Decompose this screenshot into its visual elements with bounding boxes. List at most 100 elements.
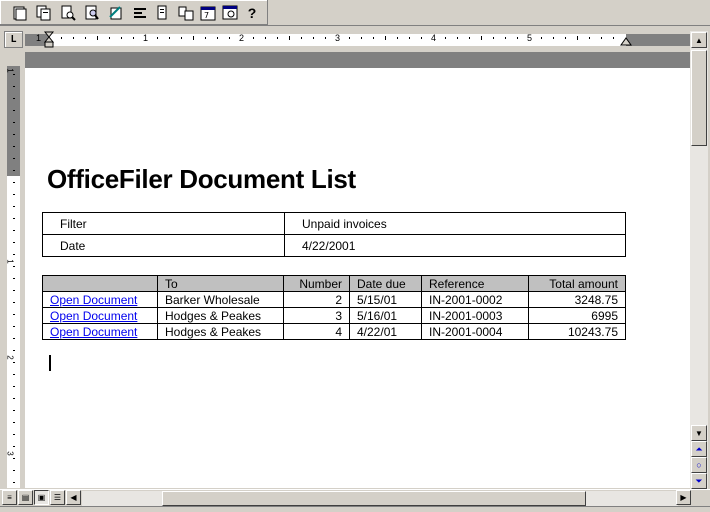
ruler-tick [217, 37, 218, 39]
ruler-tick [313, 37, 314, 39]
ruler-tick [13, 134, 15, 135]
documents-table: To Number Date due Reference Total amoun… [42, 275, 626, 340]
ruler-tick [457, 37, 458, 39]
ruler-tick [13, 338, 15, 339]
ruler-tick [13, 266, 15, 267]
tab-selector-button[interactable]: L [4, 31, 23, 48]
open-document-link[interactable]: Open Document [50, 309, 137, 323]
ruler-tick [541, 37, 542, 39]
ruler-tick [13, 458, 15, 459]
scroll-right-button[interactable]: ▶ [676, 490, 691, 505]
ruler-number: 3 [335, 33, 341, 43]
filter-label: Filter [42, 212, 285, 235]
indent-marker-icon[interactable] [43, 31, 55, 49]
ruler-tick [13, 86, 15, 87]
table-row: Open Document Hodges & Peakes 4 4/22/01 … [42, 323, 626, 340]
document-page[interactable]: OfficeFiler Document List Filter Unpaid … [25, 68, 690, 488]
cell-total: 10243.75 [528, 323, 626, 340]
column-header [42, 275, 158, 292]
ruler-tick [505, 37, 506, 39]
column-header: Number [283, 275, 350, 292]
column-header: Reference [421, 275, 529, 292]
copy-documents-icon[interactable] [33, 3, 55, 23]
ruler-tick [13, 434, 15, 435]
cell-total: 3248.75 [528, 291, 626, 308]
scroll-up-button[interactable]: ▲ [691, 32, 707, 48]
help-icon[interactable]: ? [241, 3, 263, 23]
edit-document-icon[interactable] [105, 3, 127, 23]
outline-view-icon[interactable]: ☰ [50, 490, 65, 505]
properties-icon[interactable] [151, 3, 173, 23]
search-documents-icon[interactable] [81, 3, 103, 23]
normal-view-icon[interactable]: ≡ [2, 490, 17, 505]
vertical-scroll-thumb[interactable] [691, 50, 707, 146]
ruler-tick [181, 37, 182, 39]
ruler-tick [613, 37, 614, 39]
previous-page-button[interactable]: ⏶ [691, 441, 707, 457]
next-page-button[interactable]: ⏷ [691, 473, 707, 489]
ruler-number: 1 [5, 259, 15, 264]
cell-to: Hodges & Peakes [157, 307, 284, 324]
ruler-tick [121, 37, 122, 39]
table-header-row: To Number Date due Reference Total amoun… [42, 275, 626, 292]
cell-link: Open Document [42, 307, 158, 324]
cell-date-due: 5/16/01 [349, 307, 422, 324]
table-row: Open Document Hodges & Peakes 3 5/16/01 … [42, 307, 626, 324]
document-preview-icon[interactable] [219, 3, 241, 23]
vertical-ruler[interactable]: 1 1 2 3 [4, 52, 23, 488]
vertical-scrollbar[interactable]: ▲ ▼ ⏶ ○ ⏷ [690, 31, 708, 489]
ruler-tick [397, 37, 398, 39]
new-document-icon[interactable] [9, 3, 31, 23]
open-document-link[interactable]: Open Document [50, 325, 137, 339]
ruler-right-margin [626, 34, 690, 46]
ruler-number: 1 [36, 33, 42, 43]
ruler-tick [13, 482, 15, 483]
list-view-icon[interactable] [129, 3, 151, 23]
calendar-icon[interactable]: 7 [197, 3, 219, 23]
scroll-down-button[interactable]: ▼ [691, 425, 707, 441]
cell-number: 3 [283, 307, 350, 324]
table-row: Open Document Barker Wholesale 2 5/15/01… [42, 291, 626, 308]
ruler-tick [193, 36, 194, 40]
cell-link: Open Document [42, 323, 158, 340]
filter-table: Filter Unpaid invoices Date 4/22/2001 [42, 212, 626, 257]
ruler-tick [109, 37, 110, 39]
ruler-tick [13, 302, 15, 303]
open-document-link[interactable]: Open Document [50, 293, 137, 307]
ruler-tick [229, 37, 230, 39]
horizontal-scroll-thumb[interactable] [162, 491, 586, 506]
ruler-tick [385, 36, 386, 40]
cell-reference: IN-2001-0003 [421, 307, 529, 324]
cell-number: 2 [283, 291, 350, 308]
open-filer-icon[interactable] [57, 3, 79, 23]
right-indent-marker-icon[interactable] [620, 34, 632, 48]
horizontal-scroll-track[interactable] [82, 491, 678, 506]
ruler-tick [13, 278, 15, 279]
cell-to: Barker Wholesale [157, 291, 284, 308]
ruler-tick [73, 37, 74, 39]
ruler-tick [565, 37, 566, 39]
column-header: To [157, 275, 284, 292]
toolbar: 7 ? [0, 0, 710, 26]
table-row: Date 4/22/2001 [42, 234, 626, 257]
ruler-tick [13, 146, 15, 147]
folder-view-icon[interactable] [175, 3, 197, 23]
ruler-tick [421, 37, 422, 39]
ruler-number: 1 [143, 33, 149, 43]
scroll-left-button[interactable]: ◀ [66, 490, 81, 505]
print-layout-view-icon[interactable]: ▣ [34, 490, 49, 505]
status-bar [0, 506, 710, 512]
ruler-tick [13, 290, 15, 291]
document-title: OfficeFiler Document List [47, 164, 356, 194]
ruler-tick [13, 386, 15, 387]
web-layout-view-icon[interactable]: ▤ [18, 490, 33, 505]
horizontal-ruler[interactable]: 1 1 2 3 4 5 [25, 31, 690, 49]
select-browse-object-button[interactable]: ○ [691, 457, 707, 473]
page-top-shade [25, 52, 690, 68]
ruler-tick [553, 37, 554, 39]
ruler-tick [13, 158, 15, 159]
ruler-tick [253, 37, 254, 39]
ruler-tick [13, 122, 15, 123]
ruler-text-area [7, 176, 20, 488]
ruler-tick [13, 374, 15, 375]
